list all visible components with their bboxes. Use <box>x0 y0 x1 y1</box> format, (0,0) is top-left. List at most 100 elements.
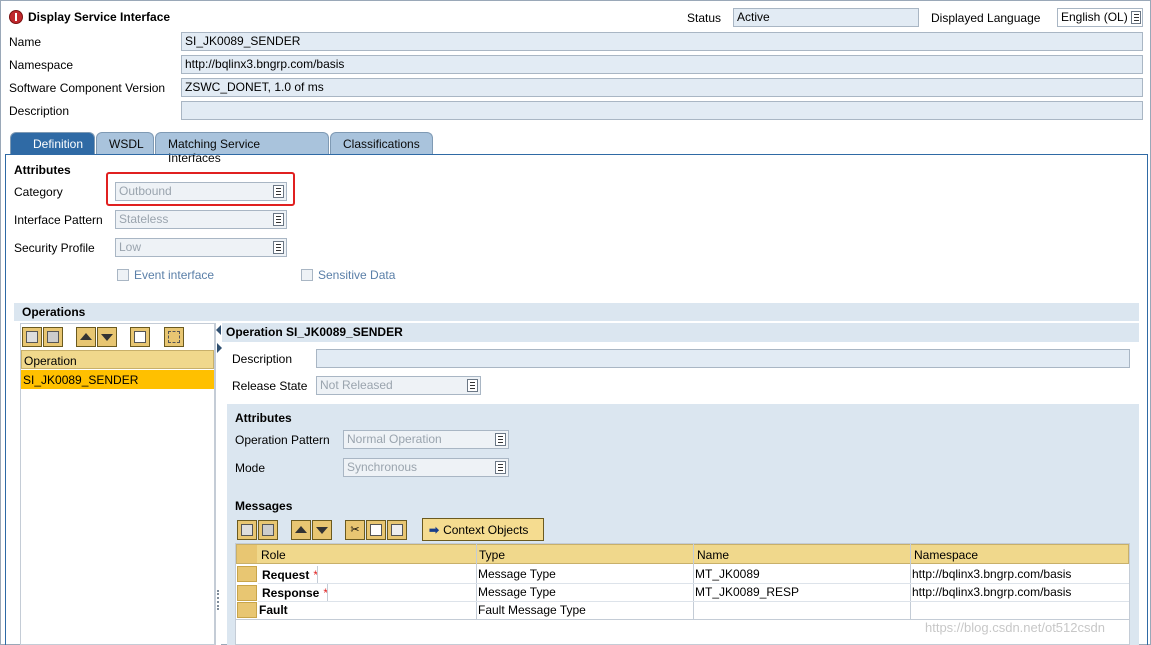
scv-label: Software Component Version <box>9 81 166 95</box>
operation-column-label: Operation <box>24 354 77 368</box>
where-used-button[interactable] <box>164 327 184 347</box>
security-profile-select[interactable]: Low <box>115 238 287 257</box>
row-divider <box>258 601 1129 602</box>
message-up-button[interactable] <box>291 520 311 540</box>
interface-pattern-select[interactable]: Stateless <box>115 210 287 229</box>
arrow-up-icon <box>80 333 92 340</box>
name-label: Name <box>9 35 42 49</box>
sensitive-data-checkbox[interactable] <box>301 269 313 281</box>
op-pattern-select[interactable]: Normal Operation <box>343 430 509 449</box>
status-field: Active <box>733 8 919 27</box>
dropdown-icon[interactable] <box>1131 11 1141 24</box>
row-divider <box>258 583 1129 584</box>
category-label: Category <box>14 185 63 199</box>
name-value[interactable]: MT_JK0089 <box>695 567 760 581</box>
expand-right-icon[interactable] <box>217 343 222 353</box>
add-row-icon <box>241 524 253 536</box>
language-value: English (OL) <box>1061 10 1128 24</box>
table-row[interactable]: Request * <box>262 568 318 582</box>
language-select[interactable]: English (OL) <box>1057 8 1143 27</box>
col-role: Role <box>261 548 286 562</box>
remove-message-button[interactable] <box>258 520 278 540</box>
operations-column-header: Operation <box>21 350 214 369</box>
op-pattern-value: Normal Operation <box>347 432 442 446</box>
release-state-select[interactable]: Not Released <box>316 376 481 395</box>
release-state-value: Not Released <box>320 378 393 392</box>
arrow-right-icon: ➡ <box>429 523 440 537</box>
tab-classifications[interactable]: Classifications <box>330 132 433 154</box>
dropdown-icon[interactable] <box>495 461 506 474</box>
sensitive-data-label: Sensitive Data <box>318 268 396 282</box>
name-field[interactable]: SI_JK0089_SENDER <box>181 32 1143 51</box>
hierarchy-icon <box>168 331 180 343</box>
mode-label: Mode <box>235 461 266 475</box>
operations-header <box>14 303 1139 321</box>
copy-button[interactable] <box>130 327 150 347</box>
op-description-label: Description <box>232 352 293 366</box>
dropdown-icon[interactable] <box>273 213 284 226</box>
cell-divider <box>327 584 328 601</box>
remove-row-button[interactable] <box>43 327 63 347</box>
collapse-left-icon[interactable] <box>216 325 221 335</box>
remove-row-icon <box>47 331 59 343</box>
release-state-label: Release State <box>232 379 308 393</box>
interface-pattern-value: Stateless <box>119 212 169 226</box>
description-field[interactable] <box>181 101 1143 120</box>
table-row[interactable]: Response * <box>262 586 328 600</box>
row-select-cell[interactable] <box>237 566 257 582</box>
cut-button[interactable]: ✂ <box>345 520 365 540</box>
scissors-icon: ✂ <box>350 524 360 536</box>
operations-title: Operations <box>22 305 86 319</box>
name-value[interactable]: MT_JK0089_RESP <box>695 585 799 599</box>
header-select-cell[interactable] <box>237 545 257 563</box>
add-row-icon <box>26 331 38 343</box>
col-type: Type <box>479 548 506 562</box>
mode-value: Synchronous <box>347 460 418 474</box>
op-attributes-title: Attributes <box>235 411 292 425</box>
op-pattern-label: Operation Pattern <box>235 433 330 447</box>
scv-field[interactable]: ZSWC_DONET, 1.0 of ms <box>181 78 1143 97</box>
event-interface-label: Event interface <box>134 268 215 282</box>
event-interface-checkbox[interactable] <box>117 269 129 281</box>
namespace-field[interactable]: http://bqlinx3.bngrp.com/basis <box>181 55 1143 74</box>
add-message-button[interactable] <box>237 520 257 540</box>
add-row-button[interactable] <box>22 327 42 347</box>
role-value: Response <box>262 586 320 600</box>
move-up-button[interactable] <box>76 327 96 347</box>
op-description-field[interactable] <box>316 349 1130 368</box>
type-value: Message Type <box>478 567 556 581</box>
dropdown-icon[interactable] <box>495 433 506 446</box>
col-name: Name <box>697 548 730 562</box>
app-logo-icon <box>9 10 23 24</box>
highlight-box <box>106 172 295 206</box>
copy-icon <box>134 331 146 343</box>
messages-header-row <box>236 544 1129 564</box>
role-value: Request <box>262 568 310 582</box>
copy-message-button[interactable] <box>366 520 386 540</box>
resize-grip-icon[interactable] <box>217 590 219 610</box>
paste-button[interactable] <box>387 520 407 540</box>
row-select-cell[interactable] <box>237 585 257 601</box>
table-row[interactable]: Fault <box>259 603 288 617</box>
mode-select[interactable]: Synchronous <box>343 458 509 477</box>
arrow-up-icon <box>295 526 307 533</box>
cell-divider <box>317 566 318 583</box>
dropdown-icon[interactable] <box>467 379 478 392</box>
tab-matching-service-interfaces[interactable]: Matching Service Interfaces <box>155 132 329 165</box>
operation-row-selected[interactable]: SI_JK0089_SENDER <box>21 370 214 389</box>
row-select-cell[interactable] <box>237 602 257 618</box>
namespace-value: http://bqlinx3.bngrp.com/basis <box>912 585 1072 599</box>
watermark: https://blog.csdn.net/ot512csdn <box>925 620 1105 635</box>
operation-detail-title: Operation SI_JK0089_SENDER <box>226 325 403 339</box>
tab-definition[interactable]: Definition <box>10 132 95 154</box>
context-objects-button[interactable]: ➡ Context Objects <box>422 518 544 541</box>
dropdown-icon[interactable] <box>273 241 284 254</box>
tab-wsdl[interactable]: WSDL <box>96 132 154 154</box>
move-down-button[interactable] <box>97 327 117 347</box>
messages-title: Messages <box>235 499 293 513</box>
type-value: Message Type <box>478 585 556 599</box>
col-divider <box>693 544 694 619</box>
col-namespace: Namespace <box>914 548 979 562</box>
context-objects-label: Context Objects <box>443 523 529 537</box>
message-down-button[interactable] <box>312 520 332 540</box>
